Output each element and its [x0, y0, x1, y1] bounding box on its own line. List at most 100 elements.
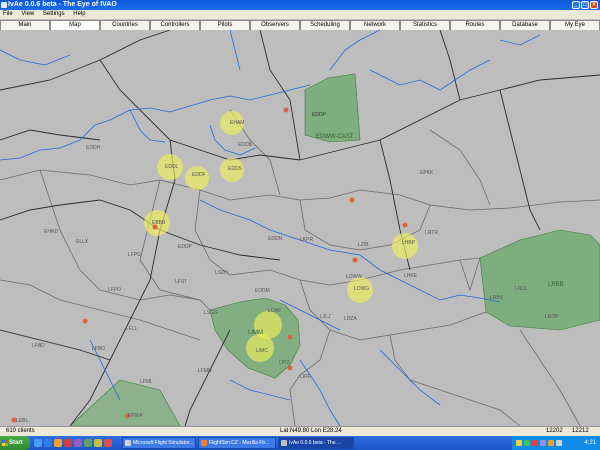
airport-label[interactable]: EDDF: [192, 172, 206, 178]
tab-routes[interactable]: Routes: [450, 20, 500, 30]
tab-statistics[interactable]: Statistics: [400, 20, 450, 30]
airport-label[interactable]: LFBO: [92, 346, 105, 352]
pilot-marker[interactable]: [352, 257, 358, 263]
airport-label[interactable]: LIMC: [256, 348, 268, 354]
ie-quicklaunch-icon[interactable]: [44, 439, 52, 447]
airport-label[interactable]: EDDB: [238, 142, 252, 148]
airport-label[interactable]: EDDP: [178, 244, 192, 250]
atc-circle-lhbp[interactable]: [392, 233, 418, 259]
airport-label[interactable]: LRCL: [515, 286, 528, 292]
airport-label[interactable]: LIPZ: [279, 360, 290, 366]
tray-icon[interactable]: [540, 440, 546, 446]
airport-label[interactable]: EDDL: [165, 164, 178, 170]
tab-scheduling[interactable]: Scheduling: [300, 20, 350, 30]
airport-label[interactable]: EDDM: [255, 288, 270, 294]
airport-label[interactable]: LFML: [140, 379, 153, 385]
tab-map[interactable]: Map: [50, 20, 100, 30]
airport-label[interactable]: EHAM: [230, 120, 244, 126]
airport-label[interactable]: LFPO: [108, 287, 121, 293]
volume-icon[interactable]: [556, 440, 562, 446]
minimize-button[interactable]: _: [572, 1, 580, 9]
start-button[interactable]: Start: [0, 436, 30, 450]
pilot-markers[interactable]: [11, 107, 408, 423]
menu-file[interactable]: File: [3, 11, 13, 17]
airport-label[interactable]: LDZA: [344, 316, 357, 322]
map-svg[interactable]: [0, 30, 600, 426]
tab-main[interactable]: Main: [0, 20, 50, 30]
tab-network[interactable]: Network: [350, 20, 400, 30]
task-ivae[interactable]: IvAe 0.0.6 beta - The ...: [278, 437, 354, 449]
airport-label[interactable]: EHRD: [44, 229, 58, 235]
app-icon: [1, 2, 7, 8]
tray-icon[interactable]: [532, 440, 538, 446]
pilot-marker[interactable]: [283, 107, 289, 113]
airport-label[interactable]: EDDS: [228, 166, 242, 172]
app-quicklaunch-icon[interactable]: [64, 439, 72, 447]
pilot-marker[interactable]: [402, 222, 408, 228]
cursor-coordinates: Lat N49.80 Lon E28.24: [280, 428, 342, 434]
tray-icon[interactable]: [524, 440, 530, 446]
status-bar: 610 clients Lat N49.80 Lon E28.24 12202 …: [0, 426, 600, 436]
airport-label[interactable]: ELLX: [76, 239, 88, 245]
media-quicklaunch-icon[interactable]: [74, 439, 82, 447]
airport-label[interactable]: LHKE: [404, 273, 417, 279]
airport-label[interactable]: EPWA: [128, 413, 143, 419]
tab-observers[interactable]: Observers: [250, 20, 300, 30]
tray-icon[interactable]: [516, 440, 522, 446]
airport-label[interactable]: LOWG: [354, 286, 369, 292]
pilot-marker[interactable]: [287, 334, 293, 340]
menu-help[interactable]: Help: [73, 11, 85, 17]
firefox-quicklaunch-icon[interactable]: [54, 439, 62, 447]
zoom-value-2: 12212: [572, 428, 589, 434]
sector-label-limm: LIMM: [248, 330, 263, 336]
airport-label[interactable]: LROP: [545, 314, 559, 320]
airport-label[interactable]: LSZH: [215, 270, 228, 276]
airport-label[interactable]: LFPG: [128, 252, 141, 258]
sector-lrbb[interactable]: [479, 229, 600, 331]
airport-label[interactable]: EPKK: [420, 170, 433, 176]
airport-label[interactable]: LRBS: [490, 295, 503, 301]
airport-label[interactable]: LFMN: [198, 368, 212, 374]
airport-label[interactable]: LIRF: [300, 374, 311, 380]
airport-label[interactable]: LFST: [175, 279, 187, 285]
tool-quicklaunch-icon[interactable]: [84, 439, 92, 447]
airport-label[interactable]: LKPR: [300, 237, 313, 243]
airport-label[interactable]: LEBL: [16, 418, 28, 424]
tab-countries[interactable]: Countries: [100, 20, 150, 30]
airport-label[interactable]: LZIB: [358, 242, 369, 248]
pilot-marker[interactable]: [82, 318, 88, 324]
sector-lfmm[interactable]: [69, 379, 181, 426]
menu-settings[interactable]: Settings: [43, 11, 65, 17]
menu-view[interactable]: View: [21, 11, 34, 17]
tab-controllers[interactable]: Controllers: [150, 20, 200, 30]
tab-my-eye[interactable]: My Eye: [550, 20, 600, 30]
task-firefox[interactable]: FlightSim.CZ - Mozilla Fir...: [198, 437, 276, 449]
airport-label[interactable]: EDDH: [86, 145, 100, 151]
task-msfs[interactable]: Microsoft Flight Simulator...: [122, 437, 196, 449]
airport-label[interactable]: LSGG: [204, 310, 218, 316]
sector-edww[interactable]: [304, 73, 361, 143]
airport-label[interactable]: LJLJ: [320, 314, 331, 320]
airport-label[interactable]: LFLL: [126, 326, 137, 332]
airport-label[interactable]: LRTR: [425, 230, 438, 236]
map-canvas[interactable]: EDDP EDWW-CAST LRBB LIMM EHAM EDDL EDDF …: [0, 30, 600, 426]
airport-label[interactable]: EBBR: [152, 220, 166, 226]
atc-circle-eddf[interactable]: [185, 166, 209, 190]
airport-label[interactable]: LOWW: [346, 274, 362, 280]
tab-database[interactable]: Database: [500, 20, 550, 30]
pilot-marker[interactable]: [349, 197, 355, 203]
tab-pilots[interactable]: Pilots: [200, 20, 250, 30]
airport-label[interactable]: LFBD: [32, 343, 45, 349]
maximize-button[interactable]: □: [581, 1, 589, 9]
desktop-quicklaunch-icon[interactable]: [34, 439, 42, 447]
task-label: IvAe 0.0.6 beta - The ...: [289, 440, 342, 446]
app2-quicklaunch-icon[interactable]: [104, 439, 112, 447]
airport-label[interactable]: LOWI: [268, 308, 281, 314]
airport-label[interactable]: EDDN: [268, 236, 282, 242]
tray-icon[interactable]: [548, 440, 554, 446]
close-button[interactable]: ×: [590, 1, 598, 9]
start-label: Start: [9, 440, 23, 446]
folder-quicklaunch-icon[interactable]: [94, 439, 102, 447]
airport-label[interactable]: LHBP: [402, 240, 415, 246]
pilot-marker[interactable]: [287, 365, 293, 371]
